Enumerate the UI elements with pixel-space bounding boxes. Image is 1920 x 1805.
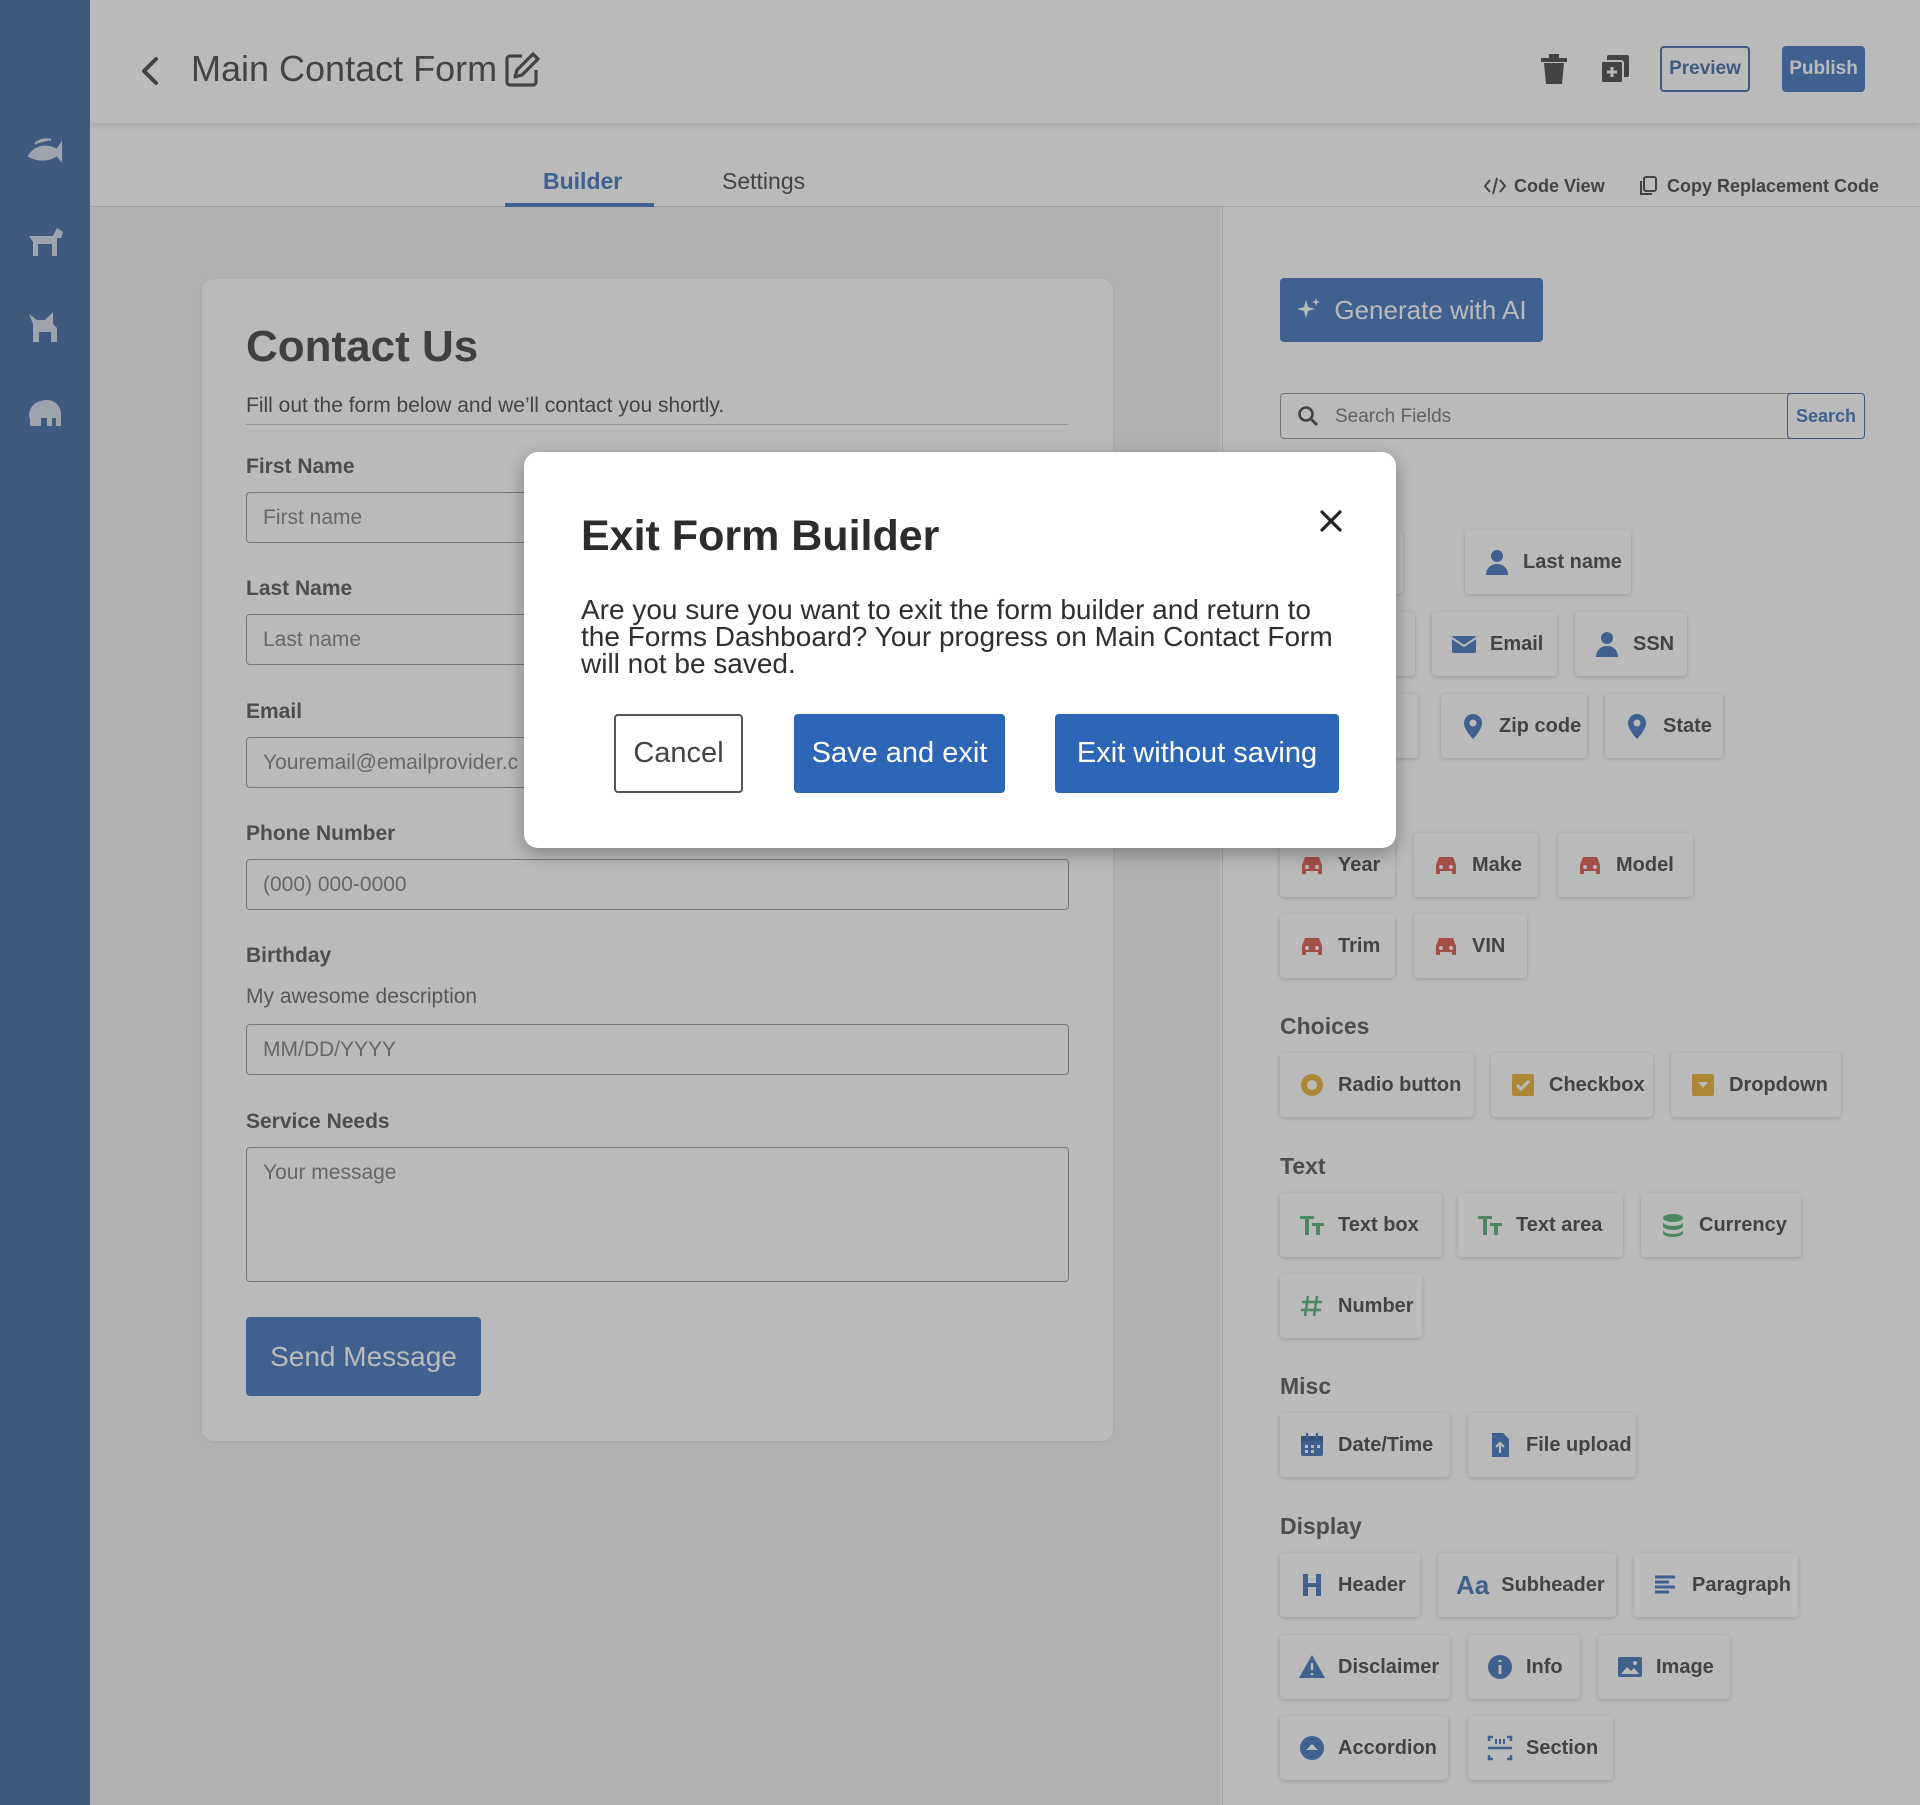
cancel-button[interactable]: Cancel: [614, 714, 743, 793]
exit-without-saving-button[interactable]: Exit without saving: [1055, 714, 1339, 793]
dialog-message: Are you sure you want to exit the form b…: [581, 594, 1333, 679]
exit-form-builder-dialog: Exit Form Builder Are you sure you want …: [524, 452, 1396, 848]
modal-backdrop[interactable]: [0, 0, 1920, 1805]
close-icon[interactable]: [1316, 506, 1346, 536]
save-and-exit-button[interactable]: Save and exit: [794, 714, 1005, 793]
dialog-title: Exit Form Builder: [581, 512, 940, 560]
